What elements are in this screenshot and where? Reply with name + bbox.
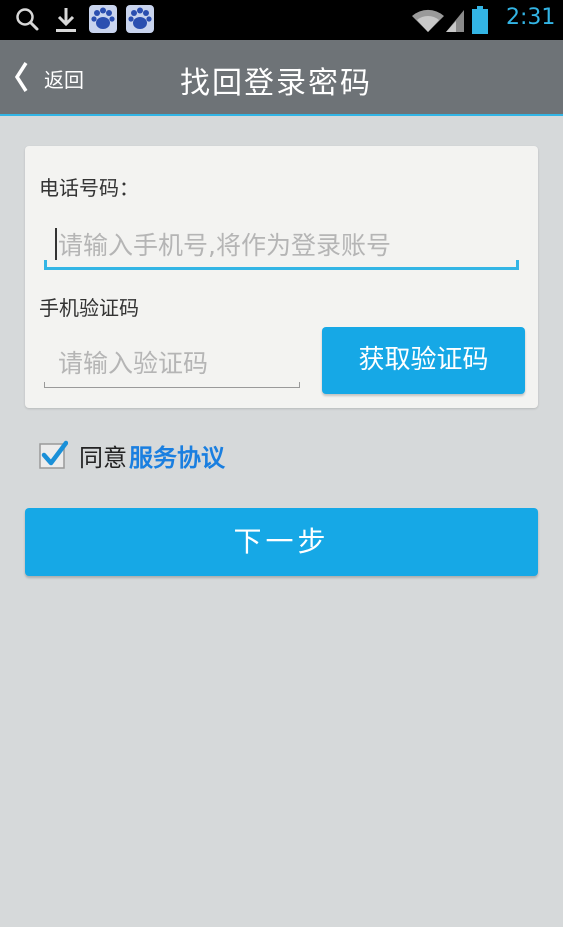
- title-bar: 返回 找回登录密码: [0, 40, 563, 116]
- chevron-left-icon: [14, 62, 28, 92]
- baidu-paw-icon: [89, 5, 117, 33]
- form-card: 电话号码： 请输入手机号,将作为登录账号 手机验证码 请输入验证码 获取验证码: [25, 146, 538, 408]
- page-title: 找回登录密码: [180, 66, 372, 101]
- status-time: 2:31: [506, 5, 556, 30]
- wifi-icon: [412, 9, 444, 32]
- download-icon: [56, 8, 76, 32]
- phone-input[interactable]: 请输入手机号,将作为登录账号: [44, 222, 519, 270]
- next-step-button[interactable]: 下一步: [25, 508, 538, 576]
- phone-placeholder: 请输入手机号,将作为登录账号: [58, 231, 391, 260]
- agree-text: 同意: [79, 444, 127, 472]
- search-icon: [16, 8, 39, 31]
- back-label: 返回: [44, 68, 84, 92]
- code-input[interactable]: 请输入验证码: [44, 338, 300, 388]
- code-label: 手机验证码: [39, 296, 139, 320]
- signal-icon: [446, 10, 464, 32]
- get-code-button[interactable]: 获取验证码: [322, 327, 525, 394]
- status-bar: 2:31: [0, 0, 563, 40]
- text-caret: [55, 228, 57, 260]
- agree-checkbox[interactable]: [38, 440, 68, 470]
- baidu-paw-icon: [126, 5, 154, 33]
- phone-label: 电话号码：: [39, 176, 139, 200]
- service-agreement-link[interactable]: 服务协议: [129, 438, 225, 473]
- code-placeholder: 请输入验证码: [58, 349, 209, 378]
- back-button[interactable]: 返回: [0, 40, 110, 116]
- battery-icon: [472, 6, 488, 34]
